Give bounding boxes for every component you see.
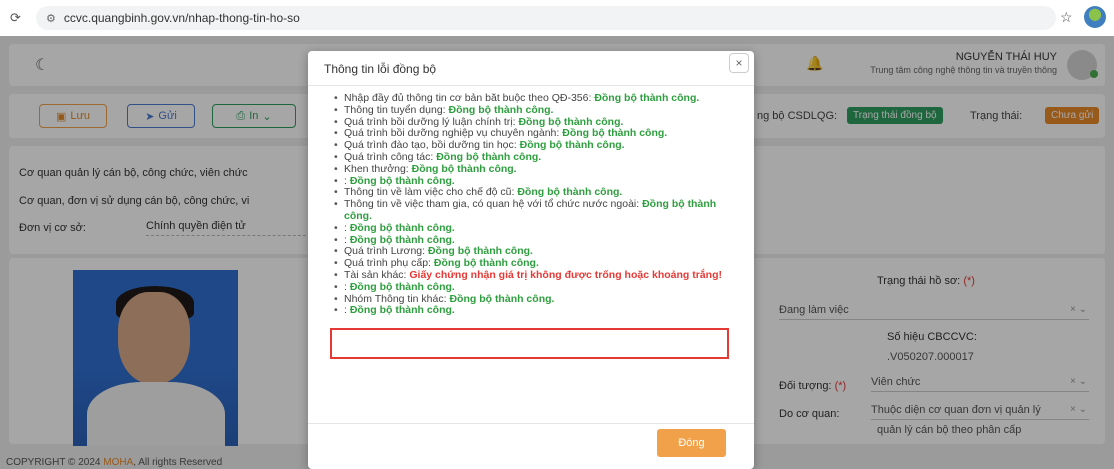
sync-result-list: Nhập đầy đủ thông tin cơ bản bắt buộc th…: [332, 93, 722, 317]
browser-bar: ⟳ ⚙ ccvc.quangbinh.gov.vn/nhap-thong-tin…: [0, 0, 1114, 36]
sync-item-status: Đồng bộ thành công.: [349, 304, 455, 317]
sync-item-status: Đồng bộ thành công.: [349, 233, 455, 246]
sync-item-status: Đồng bộ thành công.: [349, 174, 455, 187]
sync-item-status: Đồng bộ thành công.: [436, 150, 542, 163]
address-bar[interactable]: ⚙ ccvc.quangbinh.gov.vn/nhap-thong-tin-h…: [36, 6, 1056, 30]
site-settings-icon[interactable]: ⚙: [46, 12, 56, 25]
close-icon[interactable]: ×: [729, 53, 749, 73]
sync-item-label: Quá trình Lương:: [344, 245, 428, 258]
sync-item-status: Đồng bộ thành công.: [517, 186, 623, 199]
modal-title: Thông tin lỗi đồng bộ: [324, 62, 437, 76]
sync-item-label: Quá trình công tác:: [344, 150, 437, 163]
sync-error-modal: Thông tin lỗi đồng bộ × Nhập đầy đủ thôn…: [308, 51, 754, 469]
profile-avatar[interactable]: [1084, 6, 1106, 28]
sync-item-label: Khen thưởng:: [344, 162, 412, 175]
sync-item-status: Đồng bộ thành công.: [449, 292, 555, 305]
bookmark-star-icon[interactable]: ☆: [1060, 9, 1073, 26]
sync-item-status: Đồng bộ thành công.: [562, 127, 668, 140]
sync-item-status: Đồng bộ thành công.: [349, 280, 455, 293]
url-text: ccvc.quangbinh.gov.vn/nhap-thong-tin-ho-…: [63, 11, 300, 25]
error-highlight-box: [330, 328, 729, 359]
sync-item-status: Đồng bộ thành công.: [594, 93, 700, 104]
sync-item-label: Nhập đầy đủ thông tin cơ bản bắt buộc th…: [344, 93, 595, 104]
sync-item-status: Đồng bộ thành công.: [411, 162, 517, 175]
sync-item-error: Giấy chứng nhận giá trị không được trống…: [409, 268, 722, 281]
sync-item-label: Quá trình đào tạo, bồi dưỡng tin học:: [344, 139, 520, 152]
sync-item-label: Thông tin về việc tham gia, có quan hệ v…: [344, 198, 643, 211]
sync-item-status: Đồng bộ thành công.: [448, 103, 554, 116]
sync-item-status: Đồng bộ thành công.: [518, 115, 624, 128]
sync-item-label: Thông tin về làm việc cho chế độ cũ:: [344, 186, 518, 199]
sync-item-label: Quá trình bồi dưỡng lý luận chính trị:: [344, 115, 519, 128]
sync-item-status: Đồng bộ thành công.: [427, 245, 533, 258]
sync-item-status: Đồng bộ thành công.: [433, 257, 539, 270]
close-button[interactable]: Đóng: [657, 429, 726, 457]
sync-item-status: Đồng bộ thành công.: [349, 221, 455, 234]
sync-item-label: Nhóm Thông tin khác:: [344, 292, 450, 305]
sync-item-label: Tài sản khác:: [344, 268, 410, 281]
sync-result-item: Thông tin về việc tham gia, có quan hệ v…: [332, 198, 722, 223]
reload-icon[interactable]: ⟳: [10, 10, 21, 26]
sync-item-label: Quá trình phụ cấp:: [344, 257, 434, 270]
sync-result-item: : Đồng bộ thành công.: [332, 304, 722, 317]
sync-item-label: Quá trình bồi dưỡng nghiệp vụ chuyên ngà…: [344, 127, 563, 140]
sync-item-status: Đồng bộ thành công.: [519, 139, 625, 152]
sync-item-label: Thông tin tuyển dụng:: [344, 103, 449, 116]
